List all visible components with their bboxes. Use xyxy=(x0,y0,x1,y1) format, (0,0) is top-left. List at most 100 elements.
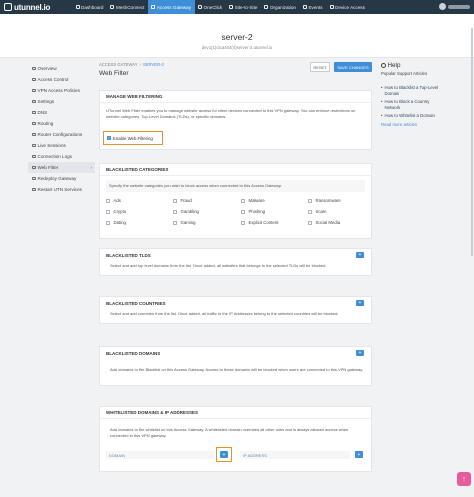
checkbox-icon[interactable] xyxy=(173,198,177,203)
help-article-link[interactable]: • How to Block a Country Network xyxy=(381,99,443,110)
breadcrumb-separator: › xyxy=(139,62,141,67)
help-panel: Help Popular Support Articles • How to Bl… xyxy=(381,62,443,127)
sidebar-item-vpn-access-policies[interactable]: VPN Access Policies xyxy=(28,85,95,96)
category-gambling[interactable]: Gambling xyxy=(173,209,199,214)
redeploy-icon xyxy=(32,176,36,181)
help-article-link[interactable]: • How to Blacklist a Top-Level Domain xyxy=(381,85,443,96)
top-nav-bar: utunnel.io Dashboard MeshConnect Access … xyxy=(0,0,474,14)
sidebar-item-connection-logs[interactable]: Connection Logs xyxy=(28,151,95,162)
brand-name: utunnel.io xyxy=(14,2,51,12)
add-country-button[interactable]: + xyxy=(356,300,364,306)
nav-site-to-site[interactable]: Site-to-Site xyxy=(226,0,261,14)
lock-icon xyxy=(32,77,36,82)
sidebar-item-settings[interactable]: Settings xyxy=(28,96,95,107)
dashboard-icon xyxy=(75,5,80,9)
events-icon xyxy=(302,5,307,9)
category-fraud[interactable]: Fraud xyxy=(173,198,192,203)
checkbox-icon[interactable] xyxy=(241,220,245,225)
nav-dashboard[interactable]: Dashboard xyxy=(72,0,107,14)
category-phishing[interactable]: Phishing xyxy=(241,209,265,214)
page-title: Web Filter xyxy=(99,70,129,77)
add-domain-button[interactable]: + xyxy=(356,350,364,356)
breadcrumb-access-gateway[interactable]: ACCESS GATEWAY xyxy=(99,62,138,67)
scrollbar-thumb[interactable] xyxy=(470,28,473,256)
whitelist-input-row: DOMAIN + IP ADDRESS + xyxy=(106,451,364,459)
nav-meshconnect[interactable]: MeshConnect xyxy=(107,0,148,14)
category-ransomware[interactable]: Ransomware xyxy=(308,198,341,203)
checkbox-icon[interactable] xyxy=(308,198,312,203)
sidebar-item-live-sessions[interactable]: Live Sessions xyxy=(28,140,95,151)
blacklisted-countries-card: BLACKLISTED COUNTRIES + Select and add c… xyxy=(99,296,372,324)
highlight-box xyxy=(216,447,232,462)
filter-icon xyxy=(32,165,36,170)
card-title: BLACKLISTED TLDS xyxy=(106,252,151,258)
routing-icon xyxy=(32,121,36,126)
sidebar-item-restart-utn-services[interactable]: Restart UTN Services xyxy=(28,184,95,195)
breadcrumb-server[interactable]: SERVER-2 xyxy=(143,62,164,67)
category-ads[interactable]: Ads xyxy=(106,198,121,203)
gateway-sidebar: Overview Access Control VPN Access Polic… xyxy=(28,63,95,195)
nav-oneclick[interactable]: OneClick xyxy=(195,0,226,14)
nav-organization[interactable]: Organization xyxy=(261,0,300,14)
help-article-link[interactable]: • How to Whitelist a Domain xyxy=(381,113,443,119)
category-scam[interactable]: Scam xyxy=(308,209,326,214)
restart-icon xyxy=(32,187,36,192)
chat-support-button[interactable]: ↑ xyxy=(457,472,471,486)
add-whitelist-ip-button[interactable]: + xyxy=(355,451,363,458)
checkbox-icon[interactable] xyxy=(106,209,110,214)
categories-description: Specify the website categories you wish … xyxy=(109,183,282,188)
checkbox-icon[interactable] xyxy=(106,198,110,203)
checkbox-icon[interactable] xyxy=(308,209,312,214)
sidebar-item-dns[interactable]: DNS xyxy=(28,107,95,118)
ip-address-input[interactable]: IP ADDRESS xyxy=(240,451,350,459)
avatar xyxy=(439,3,446,10)
arrow-up-icon: ↑ xyxy=(462,475,466,483)
add-tld-button[interactable]: + xyxy=(356,252,364,258)
checkbox-checked-icon[interactable]: ✓ xyxy=(107,136,111,140)
checkbox-icon[interactable] xyxy=(241,198,245,203)
brand-logo[interactable]: utunnel.io xyxy=(4,3,72,12)
logo-icon xyxy=(4,3,12,11)
overview-icon xyxy=(32,66,36,71)
main-nav: Dashboard MeshConnect Access Gateway One… xyxy=(72,0,368,14)
checkbox-icon[interactable] xyxy=(308,220,312,225)
enable-web-filtering-toggle[interactable]: ✓ Enable Web Filtering xyxy=(103,131,163,145)
category-dating[interactable]: Dating xyxy=(106,220,126,225)
sidebar-item-routing[interactable]: Routing xyxy=(28,118,95,129)
checkbox-icon[interactable] xyxy=(173,220,177,225)
domain-input[interactable]: DOMAIN xyxy=(106,451,214,459)
categories-description-box: Specify the website categories you wish … xyxy=(106,180,365,192)
category-gaming[interactable]: Gaming xyxy=(173,220,196,225)
server-host: dev1(1)ctca404(4)server-2.utunnel.io xyxy=(201,45,273,50)
category-explicit-content[interactable]: Explicit Content xyxy=(241,220,278,225)
nav-access-gateway[interactable]: Access Gateway xyxy=(147,0,195,14)
read-more-link[interactable]: Read more articles xyxy=(381,122,443,127)
blacklisted-tlds-card: BLACKLISTED TLDS + Select and add top le… xyxy=(99,248,372,276)
nav-events[interactable]: Events xyxy=(299,0,326,14)
server-name: server-2 xyxy=(221,32,253,42)
category-social-media[interactable]: Social Media xyxy=(308,220,340,225)
sidebar-item-overview[interactable]: Overview xyxy=(28,63,95,74)
breadcrumb: ACCESS GATEWAY › SERVER-2 xyxy=(99,62,164,67)
checkbox-icon[interactable] xyxy=(106,220,110,225)
reset-button[interactable]: RESET xyxy=(310,62,330,72)
category-malware[interactable]: Malware xyxy=(241,198,265,203)
server-header: server-2 dev1(1)ctca404(4)server-2.utunn… xyxy=(0,14,474,58)
nav-device-access[interactable]: Device Access xyxy=(326,0,368,14)
gear-icon xyxy=(32,99,36,104)
help-icon xyxy=(381,63,386,68)
checkbox-icon[interactable] xyxy=(241,209,245,214)
sidebar-item-web-filter[interactable]: Web Filter › xyxy=(28,162,95,173)
gateway-icon xyxy=(151,5,156,9)
sidebar-item-redeploy-gateway[interactable]: Redeploy Gateway xyxy=(28,173,95,184)
tlds-description: Select and add top level domains from th… xyxy=(110,263,327,268)
sidebar-item-access-control[interactable]: Access Control xyxy=(28,74,95,85)
save-changes-button[interactable]: SAVE CHANGES xyxy=(334,62,372,72)
category-crypto[interactable]: Crypto xyxy=(106,209,126,214)
user-name-redacted xyxy=(448,4,470,9)
sidebar-item-router-configurations[interactable]: Router Configurations xyxy=(28,129,95,140)
card-title: MANAGE WEB FILTERING xyxy=(100,91,371,103)
user-menu[interactable] xyxy=(439,3,470,10)
page-scrollbar[interactable] xyxy=(470,14,473,497)
checkbox-icon[interactable] xyxy=(173,209,177,214)
